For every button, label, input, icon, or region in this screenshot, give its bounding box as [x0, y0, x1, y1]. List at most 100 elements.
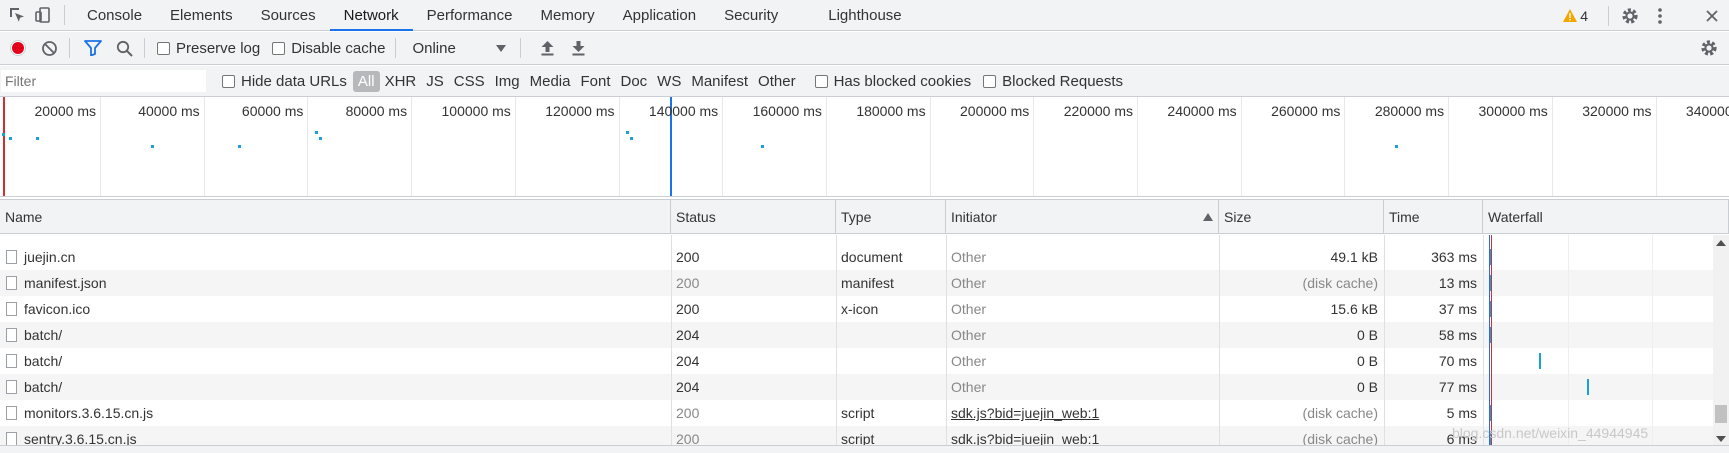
cell-initiator: Other [951, 301, 987, 317]
column-separator [671, 235, 672, 445]
timeline-overview[interactable]: 20000 ms 40000 ms 60000 ms 80000 ms 100000 m… [0, 97, 1729, 197]
download-icon [572, 41, 585, 56]
filter-type-other[interactable]: Other [753, 71, 801, 92]
overview-tick-label: 180000 ms [856, 103, 926, 119]
preserve-log-box[interactable] [157, 41, 170, 55]
request-name: juejin.cn [24, 249, 76, 265]
tab-application[interactable]: Application [609, 0, 710, 31]
tab-security[interactable]: Security [710, 0, 792, 31]
device-toolbar-icon[interactable] [30, 2, 56, 28]
request-name: monitors.3.6.15.cn.js [24, 405, 154, 421]
cell-status: 200 [676, 431, 700, 445]
inspect-element-icon[interactable] [4, 2, 30, 28]
table-row-partial[interactable] [0, 235, 1713, 244]
filter-input[interactable] [1, 70, 206, 92]
filter-type-all[interactable]: All [352, 70, 380, 92]
filter-type-css[interactable]: CSS [449, 71, 490, 92]
file-icon [6, 406, 17, 421]
overview-tick-label: 220000 ms [1063, 103, 1133, 119]
filter-type-ws[interactable]: WS [652, 71, 686, 92]
tab-performance[interactable]: Performance [413, 0, 527, 31]
hide-data-urls-box[interactable] [222, 74, 235, 88]
cell-initiator[interactable]: sdk.js?bid=juejin_web:1 [946, 400, 1219, 426]
table-row[interactable]: batch/204 Other 0 B 77 ms [0, 374, 1713, 400]
has-blocked-cookies-box[interactable] [814, 74, 828, 88]
preserve-log-checkbox[interactable]: Preserve log [157, 40, 260, 57]
throttling-select[interactable]: Online [406, 40, 511, 57]
table-scrollbar[interactable] [1713, 235, 1729, 445]
filter-type-manifest[interactable]: Manifest [686, 71, 753, 92]
export-har-button[interactable] [565, 34, 593, 62]
tab-network[interactable]: Network [329, 0, 413, 31]
scroll-down-arrow-icon[interactable] [1713, 433, 1729, 445]
throttling-value: Online [412, 39, 456, 57]
column-header-size[interactable]: Size [1219, 200, 1384, 234]
cell-status: 204 [676, 353, 700, 369]
column-separator [946, 235, 947, 445]
column-header-waterfall[interactable]: Waterfall [1483, 200, 1729, 234]
column-separator [1483, 235, 1484, 445]
has-blocked-cookies-checkbox[interactable]: Has blocked cookies [814, 73, 971, 90]
column-header-status[interactable]: Status [671, 200, 836, 234]
column-header-type[interactable]: Type [836, 200, 946, 234]
tab-lighthouse[interactable]: Lighthouse [814, 0, 915, 31]
overview-tick-label: 240000 ms [1167, 103, 1237, 119]
filter-toggle-button[interactable] [79, 34, 107, 62]
search-button[interactable] [110, 34, 138, 62]
filter-type-xhr[interactable]: XHR [380, 71, 422, 92]
table-row[interactable]: juejin.cn 200 document Other 49.1 kB 363 ms [0, 244, 1713, 270]
tab-console[interactable]: Console [73, 0, 156, 31]
filter-type-js[interactable]: JS [421, 71, 449, 92]
waterfall-event-line [1489, 235, 1490, 445]
column-header-name[interactable]: Name [0, 200, 671, 234]
cell-time: 77 ms [1438, 379, 1477, 395]
overview-request-mark [2, 133, 5, 136]
table-row[interactable]: manifest.json 200 manifest Other (disk cache… [0, 270, 1713, 296]
overview-request-mark [626, 131, 629, 134]
filter-type-font[interactable]: Font [575, 71, 615, 92]
tab-elements[interactable]: Elements [156, 0, 247, 31]
blocked-requests-box[interactable] [983, 74, 997, 88]
filter-type-doc[interactable]: Doc [615, 71, 652, 92]
record-button[interactable] [4, 34, 32, 62]
overview-request-mark [36, 137, 39, 140]
clear-button[interactable] [35, 34, 63, 62]
overview-tick-label: 300000 ms [1478, 103, 1548, 119]
cell-time: 5 ms [1446, 405, 1477, 421]
cell-size: (disk cache) [1302, 431, 1378, 445]
warnings-counter[interactable]: 4 [1563, 8, 1588, 24]
close-devtools-icon[interactable] [1699, 3, 1725, 29]
blocked-requests-checkbox[interactable]: Blocked Requests [983, 73, 1123, 90]
column-header-time[interactable]: Time [1384, 200, 1483, 234]
column-header-initiator[interactable]: Initiator [946, 200, 1219, 234]
cell-type: script [841, 405, 875, 421]
table-row[interactable]: monitors.3.6.15.cn.js 200 script sdk.js?bid… [0, 400, 1713, 426]
overview-tick-label: 280000 ms [1374, 103, 1445, 119]
table-row[interactable]: favicon.ico 200 x-icon Other 15.6 kB 37 ms [0, 296, 1713, 322]
requests-table-header: Name Status Type Initiator Size Time Waterfall [0, 199, 1729, 234]
more-options-icon[interactable] [1647, 3, 1673, 29]
column-separator [1219, 235, 1220, 445]
resource-type-filters: All XHR JS CSS Img Media Font Doc WS Manifest Othe… [352, 70, 801, 92]
gear-icon [1701, 40, 1717, 56]
preserve-log-label: Preserve log [176, 39, 261, 57]
disable-cache-checkbox[interactable]: Disable cache [272, 40, 385, 57]
filter-type-img[interactable]: Img [490, 71, 525, 92]
import-har-button[interactable] [534, 34, 562, 62]
tab-memory[interactable]: Memory [527, 0, 609, 31]
disable-cache-box[interactable] [272, 41, 286, 55]
overview-gridline [100, 97, 101, 196]
table-row[interactable]: batch/204 Other 0 B 58 ms [0, 322, 1713, 348]
overview-tick-label: 60000 ms [241, 103, 304, 119]
waterfall-bar [1539, 353, 1541, 369]
scroll-thumb[interactable] [1715, 405, 1727, 423]
filter-type-media[interactable]: Media [525, 71, 576, 92]
tab-sources[interactable]: Sources [247, 0, 330, 31]
table-row[interactable]: batch/204 Other 0 B 70 ms [0, 348, 1713, 374]
scroll-up-arrow-icon[interactable] [1713, 237, 1729, 249]
hide-data-urls-checkbox[interactable]: Hide data URLs [222, 73, 347, 90]
cell-initiator[interactable]: sdk.js?bid=juejin_web:1 [946, 426, 1219, 445]
network-settings-button[interactable] [1695, 34, 1723, 62]
file-icon [6, 432, 17, 445]
settings-gear-icon[interactable] [1617, 3, 1643, 29]
